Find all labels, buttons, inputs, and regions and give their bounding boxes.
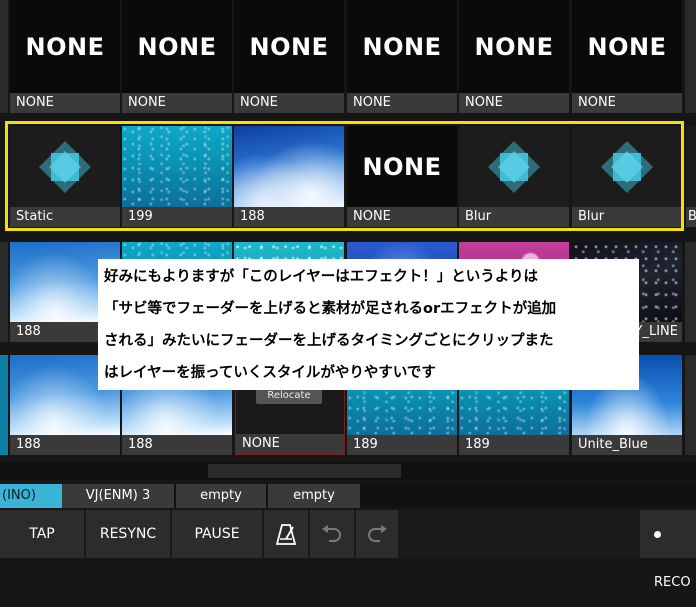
clip-r2-c2[interactable]: 199 <box>122 126 232 227</box>
clip-r1-c3[interactable]: NONE NONE <box>234 0 344 113</box>
clip-r2-c1[interactable]: Static <box>10 126 120 227</box>
deck-tab-bar: (INO) VJ(ENM) 3 empty empty <box>0 484 696 508</box>
clip-r2-c5[interactable]: Blur <box>459 126 569 227</box>
redo-icon <box>368 525 387 542</box>
metronome-button[interactable] <box>264 510 308 558</box>
effect-diamond-icon <box>39 140 91 193</box>
clip-r3-c0[interactable] <box>0 242 8 342</box>
clip-thumbnail <box>234 126 344 207</box>
clip-r2-c4[interactable]: NONE NONE <box>347 126 457 227</box>
tab-deck-ino[interactable]: (INO) <box>0 484 62 508</box>
clip-label: NONE <box>347 207 457 227</box>
none-thumb-text: NONE <box>474 32 554 61</box>
clip-label: 188 <box>234 207 344 227</box>
annotation-line-2: 「サビ等でフェーダーを上げると素材が足されるorエフェクトが追加 <box>104 301 557 317</box>
relocate-overlay[interactable]: Relocate <box>256 388 322 404</box>
undo-button[interactable] <box>310 510 354 558</box>
clip-label: 189 <box>347 435 457 455</box>
none-thumb-text: NONE <box>362 152 442 181</box>
none-thumb-text: NONE <box>137 32 217 61</box>
clip-r4-c7[interactable] <box>685 355 696 455</box>
clip-r1-c6[interactable]: NONE NONE <box>572 0 682 113</box>
clip-label: NONE <box>572 93 682 113</box>
clip-r1-c5[interactable]: NONE NONE <box>459 0 569 113</box>
clip-label: Static <box>10 207 120 227</box>
clip-r2-c7[interactable]: B <box>686 126 696 227</box>
clip-label: NONE <box>236 434 344 454</box>
clip-thumbnail <box>122 126 232 207</box>
record-label: RECO <box>654 575 691 590</box>
resync-button[interactable]: RESYNC <box>86 510 170 558</box>
clip-label: 188 <box>122 435 232 455</box>
clip-r2-c6[interactable]: Blur <box>572 126 682 227</box>
annotation-line-1: 好みにもよりますが「このレイヤーはエフェクト！」というよりは <box>104 269 538 285</box>
undo-icon <box>322 525 341 542</box>
clip-label: B <box>686 207 696 227</box>
horizontal-scrollbar-thumb[interactable] <box>208 464 401 478</box>
horizontal-scrollbar-track[interactable] <box>0 462 696 480</box>
bottom-toolbar: TAP RESYNC PAUSE RECO <box>0 510 696 590</box>
none-thumb-text: NONE <box>249 32 329 61</box>
clip-label: Unite_Blue <box>572 435 682 455</box>
annotation-box: 好みにもよりますが「このレイヤーはエフェクト！」というよりは 「サビ等でフェーダ… <box>98 259 639 390</box>
redo-button[interactable] <box>356 510 398 558</box>
clip-label: 188 <box>10 435 120 455</box>
clip-label: NONE <box>234 93 344 113</box>
record-button[interactable]: RECO <box>640 510 696 590</box>
none-thumb-text: NONE <box>25 32 105 61</box>
tap-button[interactable]: TAP <box>0 510 84 558</box>
clip-r4-c0[interactable] <box>0 355 8 455</box>
tab-deck-empty-1[interactable]: empty <box>176 484 266 508</box>
record-dot-icon <box>654 530 661 538</box>
tab-deck-vj-enm-3[interactable]: VJ(ENM) 3 <box>62 484 174 508</box>
clip-r1-c7[interactable] <box>685 0 696 113</box>
clip-label: NONE <box>347 93 457 113</box>
clip-r1-c2[interactable]: NONE NONE <box>122 0 232 113</box>
clip-label: NONE <box>122 93 232 113</box>
annotation-line-3: される」みたいにフェーダーを上げるタイミングごとにクリップまた <box>104 333 554 349</box>
none-thumb-text: NONE <box>362 32 442 61</box>
clip-label: Blur <box>459 207 569 227</box>
pause-button[interactable]: PAUSE <box>172 510 262 558</box>
clip-r2-c3[interactable]: 188 <box>234 126 344 227</box>
clip-r1-c0[interactable] <box>0 0 8 113</box>
clip-label: NONE <box>10 93 120 113</box>
clip-label: Blur <box>572 207 682 227</box>
clip-label: 199 <box>122 207 232 227</box>
annotation-line-4: はレイヤーを振っていくスタイルがやりやすいです <box>104 365 436 381</box>
none-thumb-text: NONE <box>587 32 667 61</box>
tab-deck-empty-2[interactable]: empty <box>268 484 360 508</box>
effect-diamond-icon <box>488 140 540 193</box>
clip-r1-c1[interactable]: NONE NONE <box>10 0 120 113</box>
clip-r1-c4[interactable]: NONE NONE <box>347 0 457 113</box>
clip-label: 189 <box>459 435 569 455</box>
metronome-icon <box>276 524 296 545</box>
clip-label: NONE <box>459 93 569 113</box>
clip-r3-c7[interactable] <box>685 242 696 342</box>
effect-diamond-icon <box>601 140 653 193</box>
